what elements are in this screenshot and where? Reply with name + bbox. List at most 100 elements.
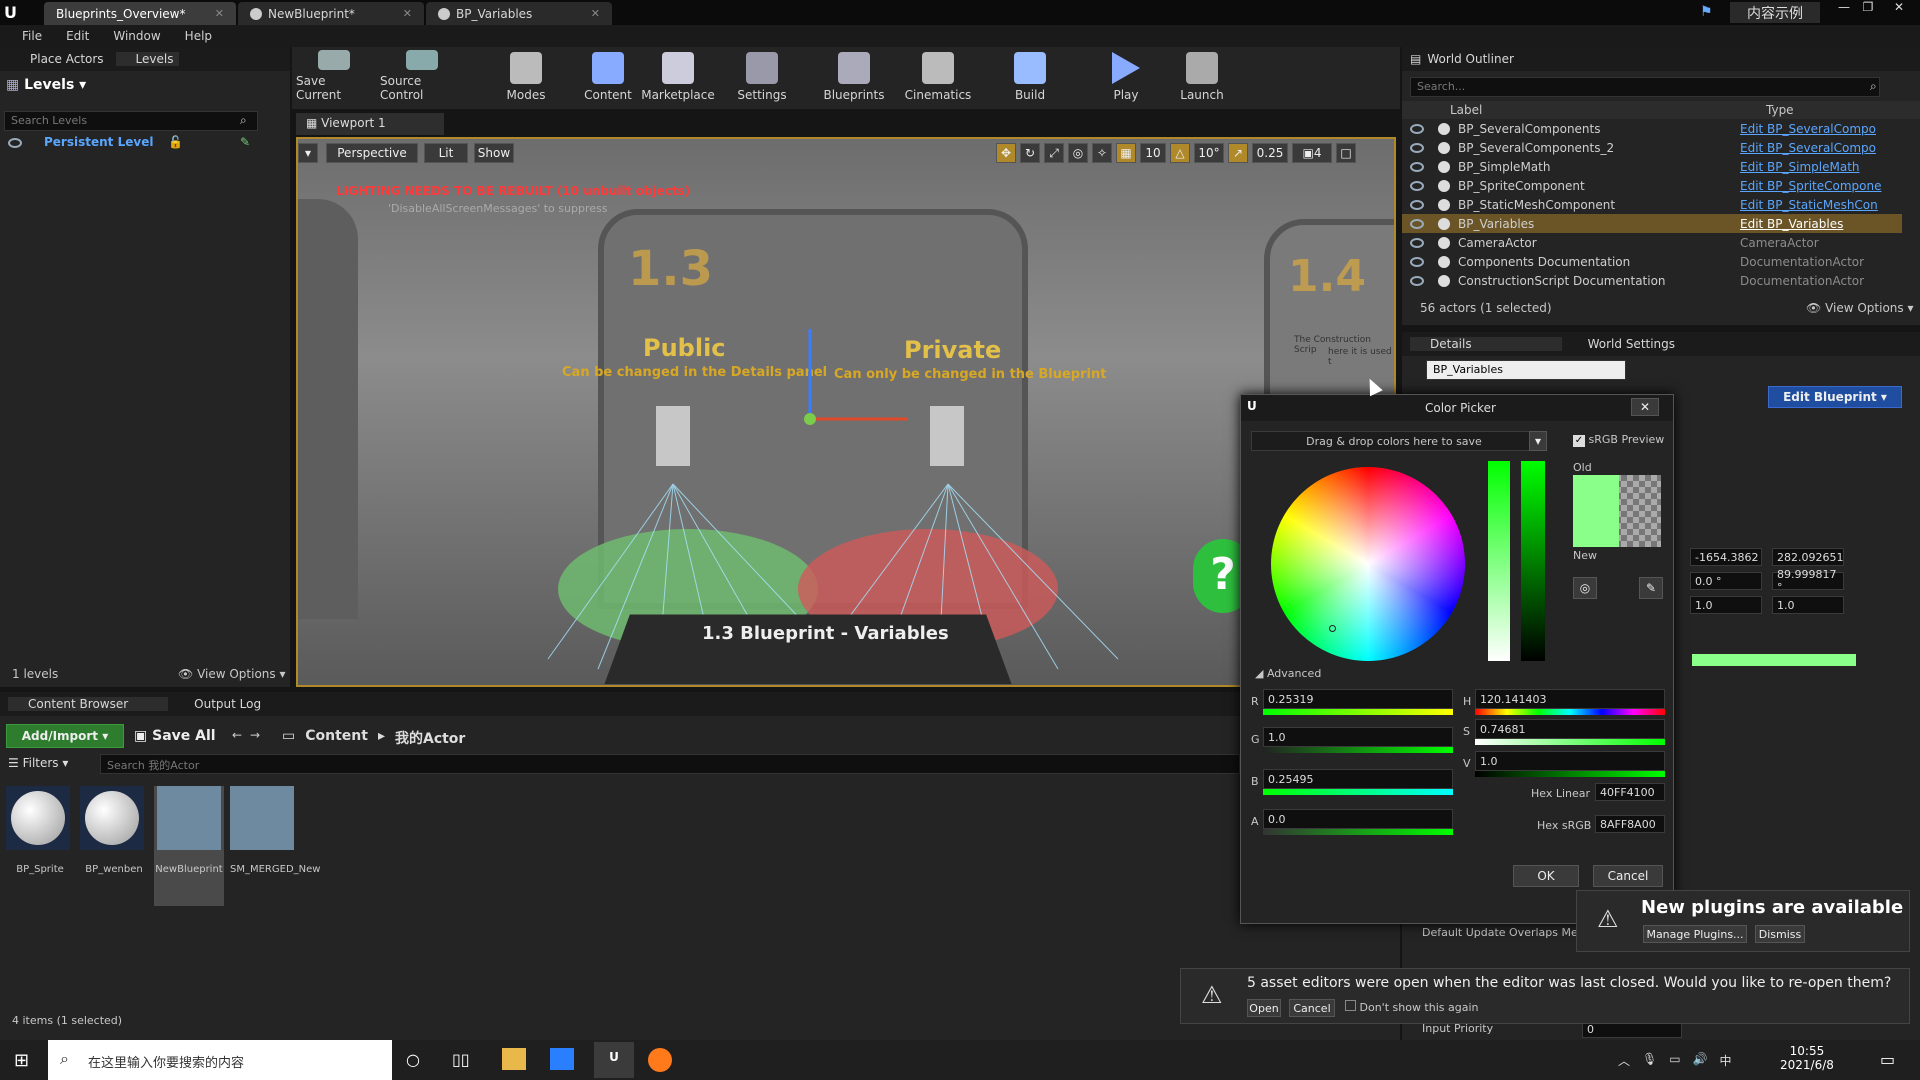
lock-icon[interactable]: 🔓: [168, 135, 183, 149]
color-wheel[interactable]: [1271, 467, 1465, 661]
windows-start-icon[interactable]: ⊞: [14, 1050, 29, 1071]
minimize-button[interactable]: —: [1832, 0, 1856, 14]
actor-type[interactable]: Edit BP_SeveralCompo: [1740, 122, 1876, 136]
tab-world-settings[interactable]: World Settings: [1568, 337, 1675, 351]
save-all-button[interactable]: ▣ Save All: [134, 728, 216, 744]
tab-blueprints-overview[interactable]: Blueprints_Overview* ✕: [44, 2, 236, 25]
scale-z-field[interactable]: 1.0: [1772, 596, 1844, 614]
pencil-icon[interactable]: ✎: [240, 135, 250, 149]
maximize-viewport-icon[interactable]: □: [1336, 143, 1356, 163]
reopen-cancel-button[interactable]: Cancel: [1289, 999, 1335, 1017]
content-button[interactable]: Content: [570, 50, 646, 106]
forward-button[interactable]: →: [250, 728, 260, 742]
saturation-slider[interactable]: [1488, 461, 1510, 661]
tab-place-actors[interactable]: Place Actors: [8, 52, 110, 66]
blueprints-button[interactable]: Blueprints: [816, 50, 892, 106]
translate-icon[interactable]: ✥: [996, 143, 1016, 163]
menu-file[interactable]: File: [10, 29, 54, 43]
volume-icon[interactable]: 🔊: [1693, 1052, 1708, 1069]
rotation-y-field[interactable]: 0.0 °: [1690, 572, 1762, 590]
microphone-icon[interactable]: 🎙: [1642, 1052, 1657, 1069]
ok-button[interactable]: OK: [1513, 865, 1579, 887]
actor-type[interactable]: Edit BP_SeveralCompo: [1740, 141, 1876, 155]
ime-indicator[interactable]: 中: [1720, 1052, 1732, 1069]
actor-name-field[interactable]: BP_Variables: [1426, 360, 1626, 380]
menu-window[interactable]: Window: [101, 29, 172, 43]
maximize-button[interactable]: ❐: [1856, 0, 1880, 14]
add-import-button[interactable]: Add/Import ▾: [6, 724, 124, 748]
grid-snap-icon[interactable]: ▦: [1116, 143, 1136, 163]
viewport-tab[interactable]: ▦ Viewport 1: [296, 113, 444, 135]
asset-tile[interactable]: BP_wenben: [80, 786, 148, 906]
actor-type[interactable]: Edit BP_Variables: [1740, 217, 1843, 231]
outliner-row[interactable]: Components Documentation DocumentationAct…: [1402, 252, 1902, 271]
eye-icon[interactable]: [8, 138, 22, 148]
close-window-button[interactable]: ✕: [1882, 0, 1916, 14]
camera-speed-button[interactable]: ▣ 4: [1292, 143, 1332, 163]
chevron-up-icon[interactable]: ︿: [1618, 1052, 1630, 1069]
cancel-button[interactable]: Cancel: [1593, 865, 1663, 887]
filters-button[interactable]: ☰ Filters ▾: [8, 756, 68, 770]
scale-snap-value[interactable]: 0.25: [1252, 143, 1288, 163]
manage-plugins-button[interactable]: Manage Plugins...: [1643, 925, 1747, 943]
launch-button[interactable]: Launch: [1164, 50, 1240, 106]
swatch-drop-area[interactable]: Drag & drop colors here to save: [1251, 431, 1537, 451]
swatch-dropdown[interactable]: ▾: [1529, 431, 1547, 451]
rotation-z-field[interactable]: 89.999817 °: [1772, 568, 1844, 594]
notify-icon[interactable]: ⚑: [1700, 4, 1713, 20]
task-view-icon[interactable]: ▯▯: [452, 1050, 470, 1069]
tab-details[interactable]: Details: [1410, 337, 1562, 351]
location-z-field[interactable]: 282.092651: [1772, 548, 1844, 566]
cinematics-button[interactable]: Cinematics: [900, 50, 976, 106]
content-search-input[interactable]: Search 我的Actor: [100, 754, 1240, 774]
level-item-persistent[interactable]: Persistent Level 🔓 ✎: [0, 133, 290, 153]
open-button[interactable]: Open: [1247, 999, 1281, 1017]
dismiss-button[interactable]: Dismiss: [1755, 925, 1805, 943]
breadcrumb-folder[interactable]: 我的Actor: [395, 728, 465, 748]
menu-edit[interactable]: Edit: [54, 29, 101, 43]
hex-linear-field[interactable]: 40FF4100: [1595, 783, 1665, 801]
tab-levels[interactable]: Levels: [115, 52, 180, 66]
save-current-button[interactable]: Save Current: [296, 50, 372, 106]
viewport[interactable]: 1.3 1.4 Public Can be changed in the Det…: [296, 137, 1396, 687]
tab-output-log[interactable]: Output Log: [174, 697, 261, 711]
eye-icon[interactable]: [1410, 256, 1424, 267]
action-center-icon[interactable]: ▭: [1880, 1050, 1895, 1069]
b-field[interactable]: 0.25495: [1263, 769, 1453, 789]
outliner-row[interactable]: BP_SimpleMath Edit BP_SimpleMath: [1402, 157, 1902, 176]
tab-bp-variables[interactable]: BP_Variables ✕: [426, 2, 612, 25]
outliner-search-input[interactable]: Search...: [1410, 77, 1880, 97]
eye-icon[interactable]: [1410, 161, 1424, 172]
outliner-row[interactable]: BP_SeveralComponents_2 Edit BP_SeveralCom…: [1402, 138, 1902, 157]
eye-icon[interactable]: [1410, 275, 1424, 286]
outliner-row[interactable]: BP_Variables Edit BP_Variables: [1402, 214, 1902, 233]
modes-button[interactable]: Modes: [488, 50, 564, 106]
levels-search-input[interactable]: Search Levels: [4, 111, 258, 131]
source-control-button[interactable]: Source Control: [380, 50, 464, 106]
asset-tile[interactable]: SM_MERGED_New: [230, 786, 320, 906]
eye-icon[interactable]: [1410, 237, 1424, 248]
asset-tile-selected[interactable]: NewBlueprint: [154, 786, 224, 906]
scale-icon[interactable]: ⤢: [1044, 143, 1064, 163]
rot-snap-value[interactable]: 10°: [1194, 143, 1224, 163]
dont-show-checkbox[interactable]: Don't show this again: [1345, 1000, 1479, 1014]
outliner-row[interactable]: BP_StaticMeshComponent Edit BP_StaticMesh…: [1402, 195, 1902, 214]
settings-button[interactable]: Settings: [724, 50, 800, 106]
eye-icon[interactable]: [1410, 142, 1424, 153]
outliner-row[interactable]: ConstructionScript Documentation Document…: [1402, 271, 1902, 289]
outliner-title[interactable]: World Outliner: [1427, 52, 1514, 66]
lit-button[interactable]: Lit: [424, 143, 468, 163]
col-label[interactable]: Label: [1450, 103, 1482, 117]
app-icon[interactable]: [550, 1048, 574, 1070]
play-button[interactable]: Play: [1088, 50, 1164, 106]
levels-view-options[interactable]: 👁 View Options ▾: [178, 667, 286, 681]
asset-tile[interactable]: BP_Sprite: [6, 786, 74, 906]
outliner-row[interactable]: BP_SeveralComponents Edit BP_SeveralCompo: [1402, 119, 1902, 138]
menu-help[interactable]: Help: [173, 29, 224, 43]
g-field[interactable]: 1.0: [1263, 727, 1453, 747]
clock[interactable]: 10:55 2021/6/8: [1780, 1044, 1834, 1072]
scale-snap-icon[interactable]: ↗: [1228, 143, 1248, 163]
srgb-preview-checkbox[interactable]: ✓ sRGB Preview: [1573, 433, 1664, 447]
world-icon[interactable]: ◎: [1068, 143, 1088, 163]
r-field[interactable]: 0.25319: [1263, 689, 1453, 709]
